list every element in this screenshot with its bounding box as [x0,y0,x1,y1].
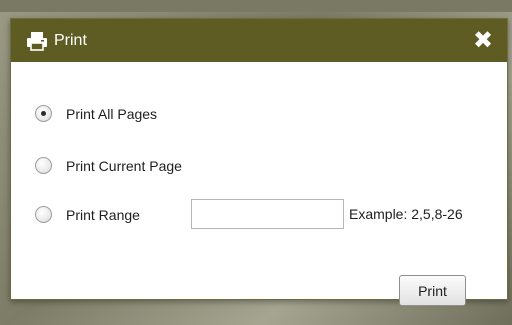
label-print-all-pages: Print All Pages [66,105,158,122]
print-button[interactable]: Print [399,275,466,306]
label-print-range: Print Range [66,206,140,223]
option-print-current-page[interactable]: Print Current Page [35,157,182,174]
close-icon[interactable]: ✖ [471,28,495,52]
printer-icon [26,31,48,51]
option-print-range[interactable]: Print Range [35,206,140,223]
dialog-title-bar[interactable]: Print ✖ [11,19,507,62]
radio-print-all-pages[interactable] [35,105,52,122]
option-print-all-pages[interactable]: Print All Pages [35,105,157,122]
dialog-title: Print [54,31,87,49]
background-strip [0,0,512,12]
range-input[interactable] [191,199,344,229]
label-print-current-page: Print Current Page [66,157,182,174]
radio-print-range[interactable] [35,206,52,223]
print-dialog: Print ✖ Print All Pages Print Current Pa… [10,18,508,306]
radio-print-current-page[interactable] [35,157,52,174]
range-example-text: Example: 2,5,8-26 [349,206,463,222]
